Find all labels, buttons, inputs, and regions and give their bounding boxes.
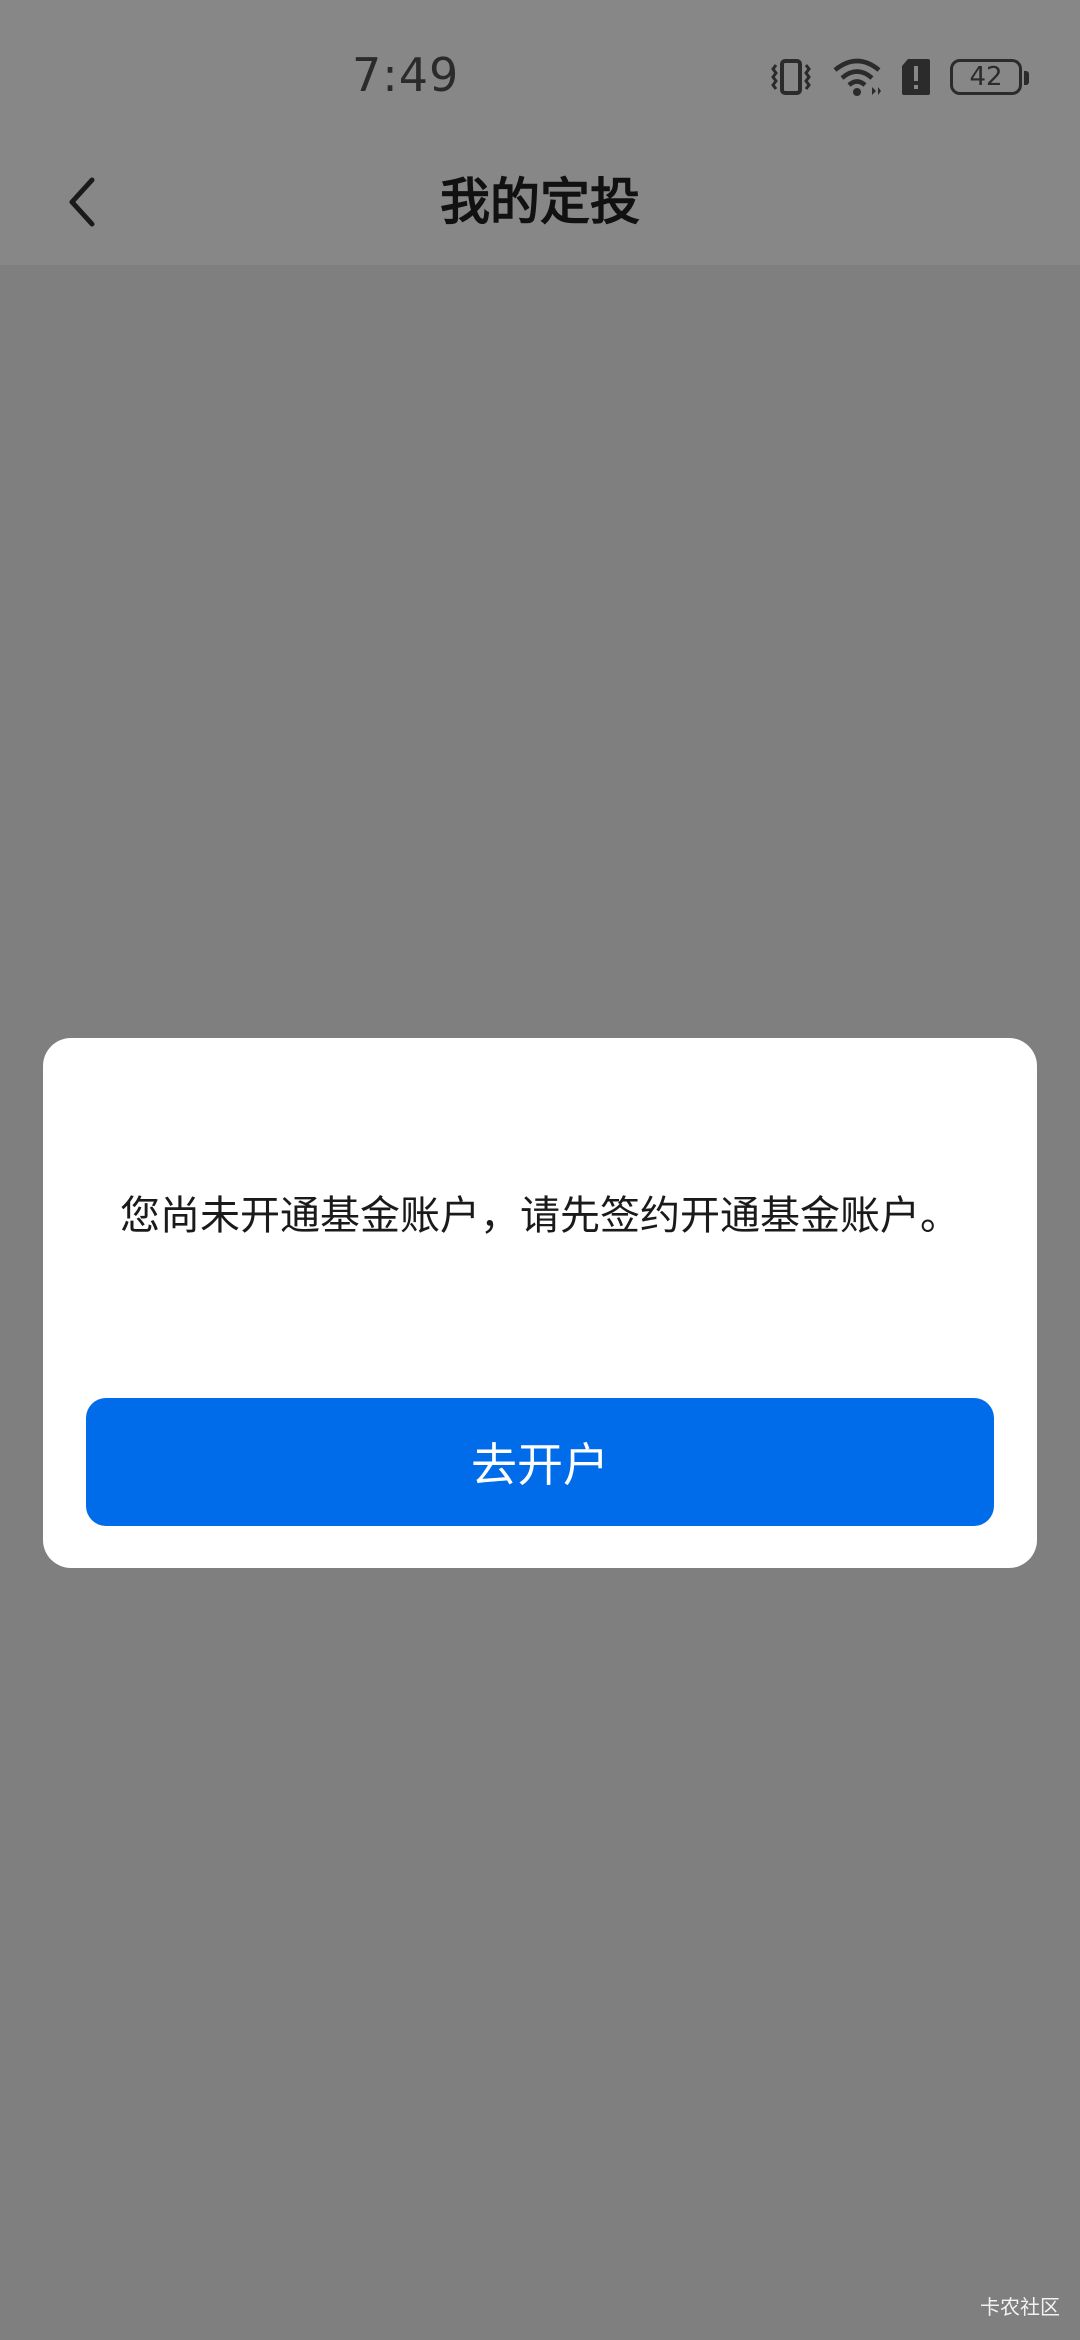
status-time: 7:49: [352, 48, 460, 102]
open-account-dialog: 您尚未开通基金账户，请先签约开通基金账户。 去开户: [43, 1038, 1037, 1568]
watermark: 卡农社区: [980, 2295, 1060, 2319]
battery-level: 42: [969, 62, 1003, 92]
wifi-icon: [833, 58, 881, 96]
dialog-message: 您尚未开通基金账户，请先签约开通基金账户。: [120, 1193, 960, 1239]
status-icons: 42: [768, 52, 1029, 102]
screen: 7:49 42 我的定投 您尚未开通基金账户，请先签约开通基金账户。 去开户 卡…: [0, 0, 1080, 2340]
open-account-button[interactable]: 去开户: [86, 1398, 994, 1526]
vibrate-icon: [771, 59, 811, 95]
top-area: 7:49 42 我的定投: [0, 0, 1080, 265]
open-account-button-label: 去开户: [471, 1438, 609, 1492]
battery-icon: 42: [950, 59, 1029, 95]
page-title: 我的定投: [440, 173, 640, 231]
sim-alert-icon: [902, 59, 930, 95]
status-bar: 7:49 42: [0, 0, 1080, 140]
app-bar: 我的定投: [0, 140, 1080, 265]
